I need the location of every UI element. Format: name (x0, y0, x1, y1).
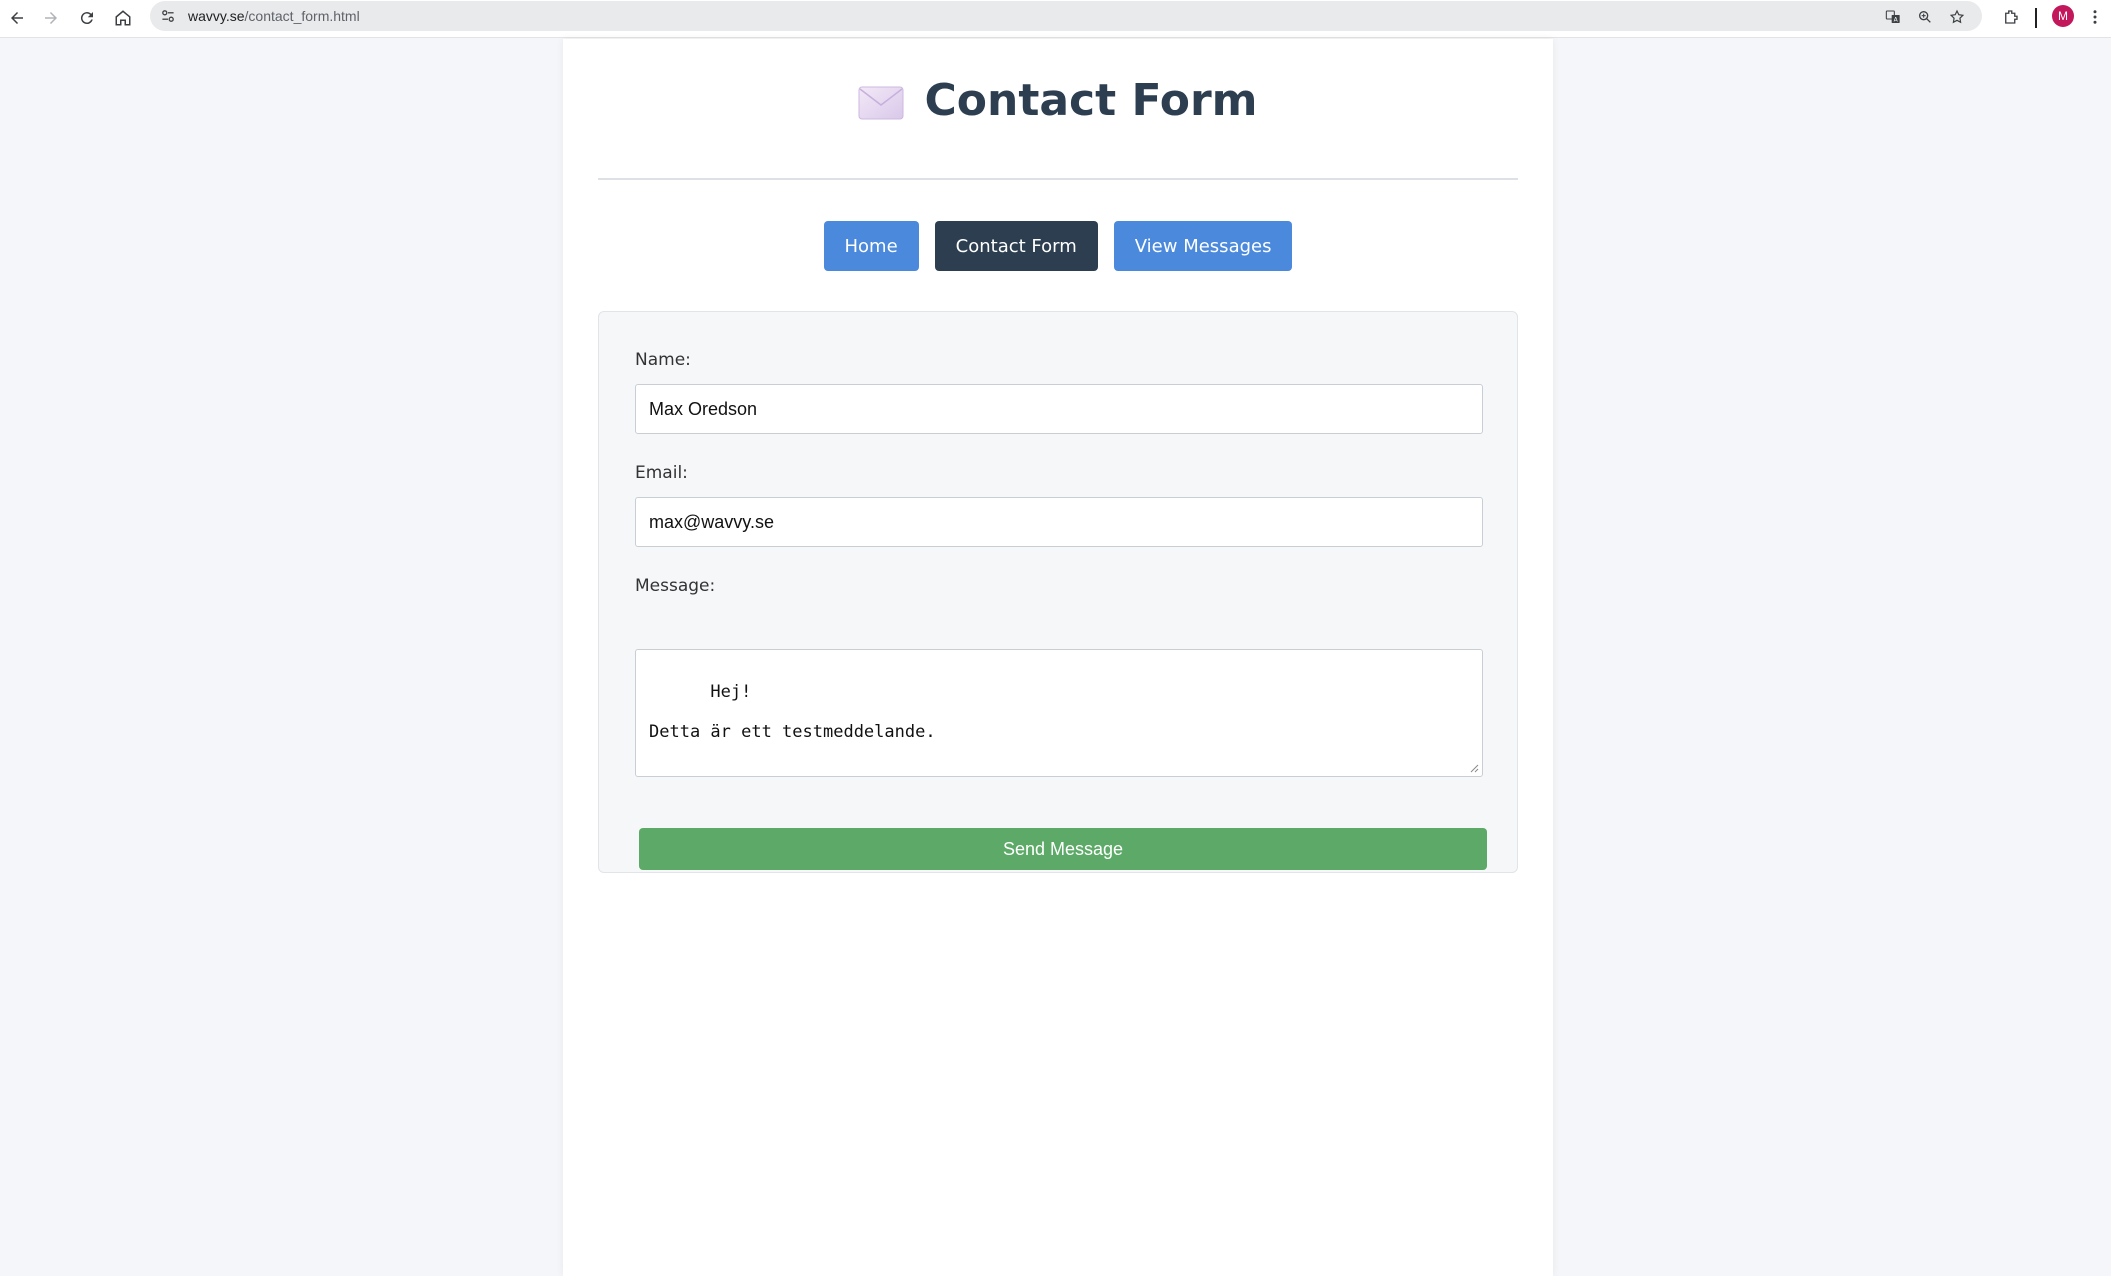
browser-toolbar: wavvy.se/contact_form.html A M (0, 0, 2111, 38)
message-field[interactable]: Hej! Detta är ett testmeddelande. (635, 649, 1483, 777)
page-title-heading: Contact Form (858, 75, 1258, 126)
translate-icon[interactable]: A (1882, 6, 1904, 28)
resize-grip-icon[interactable] (1469, 763, 1479, 773)
message-label: Message: (635, 576, 716, 596)
page-container: Contact Form Home Contact Form View Mess… (563, 39, 1553, 1276)
email-label: Email: (635, 463, 688, 483)
page-header: Contact Form (598, 79, 1518, 125)
more-options-icon[interactable] (2082, 4, 2108, 30)
extensions-icon[interactable] (1998, 4, 2024, 30)
message-text: Hej! Detta är ett testmeddelande. (649, 682, 936, 742)
nav-home-button[interactable]: Home (823, 221, 919, 271)
home-icon[interactable] (108, 3, 138, 33)
email-field[interactable]: max@wavvy.se (635, 497, 1483, 547)
nav-contact-form-button[interactable]: Contact Form (934, 221, 1098, 271)
toolbar-separator (2035, 8, 2037, 28)
back-icon[interactable] (2, 3, 32, 33)
name-label: Name: (635, 350, 691, 370)
profile-avatar[interactable]: M (2052, 5, 2074, 27)
reload-icon[interactable] (72, 3, 102, 33)
nav-view-messages-button[interactable]: View Messages (1113, 221, 1293, 271)
address-bar[interactable]: wavvy.se/contact_form.html A (150, 1, 1982, 31)
main-nav: Home Contact Form View Messages (563, 221, 1553, 271)
header-divider (598, 178, 1518, 180)
name-field[interactable]: Max Oredson (635, 384, 1483, 434)
page-title: Contact Form (924, 75, 1258, 126)
contact-form: Name: Max Oredson Email: max@wavvy.se Me… (598, 311, 1518, 873)
url-text[interactable]: wavvy.se/contact_form.html (188, 8, 360, 24)
site-info-icon[interactable] (158, 6, 178, 26)
bookmark-star-icon[interactable] (1946, 6, 1968, 28)
envelope-icon (858, 84, 904, 120)
forward-icon[interactable] (36, 3, 66, 33)
send-message-button[interactable]: Send Message (639, 828, 1487, 870)
zoom-icon[interactable] (1914, 6, 1936, 28)
